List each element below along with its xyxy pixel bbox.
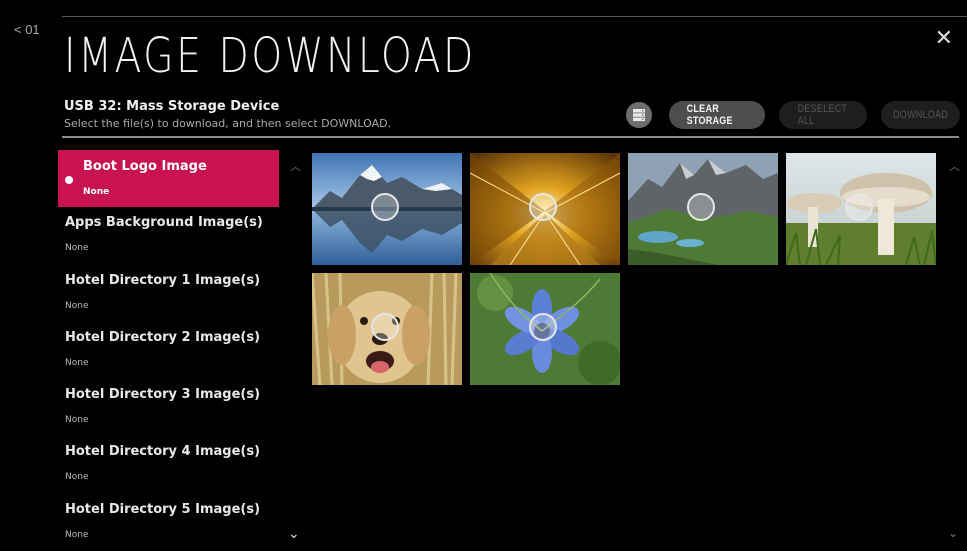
selected-dot-icon <box>65 176 73 184</box>
sidebar-item-value: None <box>65 415 89 426</box>
sidebar-item-label: Hotel Directory 4 Image(s) <box>65 444 261 460</box>
thumbnail-mountain-lake[interactable] <box>312 153 462 265</box>
sidebar-item-hotel-directory-4[interactable]: Hotel Directory 4 Image(s) None <box>58 436 279 493</box>
select-circle-icon[interactable] <box>371 313 399 341</box>
page-title: IMAGE DOWNLOAD <box>64 28 476 84</box>
sidebar-item-hotel-directory-1[interactable]: Hotel Directory 1 Image(s) None <box>58 265 279 322</box>
grid-scroll-down-icon[interactable]: ⌄ <box>948 526 958 540</box>
thumbnail-mushrooms[interactable] <box>786 153 936 265</box>
sidebar-item-hotel-directory-2[interactable]: Hotel Directory 2 Image(s) None <box>58 322 279 379</box>
sidebar-item-value: None <box>83 187 110 197</box>
sidebar-item-label: Boot Logo Image <box>83 159 207 174</box>
thumbnail-golden-tunnel[interactable] <box>470 153 620 265</box>
header-divider <box>62 136 959 138</box>
thumbnail-alpine-valley[interactable] <box>628 153 778 265</box>
close-icon[interactable]: ✕ <box>935 28 953 50</box>
storage-icon <box>633 109 645 122</box>
back-button[interactable]: < 01 <box>14 22 40 37</box>
clear-storage-button[interactable]: CLEAR STORAGE <box>669 101 765 129</box>
select-circle-icon[interactable] <box>687 193 715 221</box>
download-button[interactable]: DOWNLOAD <box>881 101 960 129</box>
sidebar-item-boot-logo[interactable]: Boot Logo Image None <box>58 150 279 208</box>
toolbar: CLEAR STORAGE DESELECT ALL DOWNLOAD <box>626 101 960 129</box>
sidebar-item-apps-background[interactable]: Apps Background Image(s) None <box>58 207 279 264</box>
sidebar-item-label: Hotel Directory 3 Image(s) <box>65 387 261 403</box>
sidebar-item-value: None <box>65 300 89 311</box>
list-scroll-up-icon[interactable]: ︿ <box>290 158 301 174</box>
storage-button[interactable] <box>626 102 652 128</box>
grid-scroll-up-icon[interactable]: ︿ <box>949 158 960 174</box>
sidebar-item-value: None <box>65 529 89 540</box>
download-label: DOWNLOAD <box>892 109 949 121</box>
thumbnail-golden-retriever[interactable] <box>312 273 462 385</box>
select-circle-icon[interactable] <box>529 193 557 221</box>
device-name: USB 32: Mass Storage Device <box>64 99 280 114</box>
deselect-all-label: DESELECT ALL <box>797 103 848 127</box>
select-circle-icon[interactable] <box>529 313 557 341</box>
category-list: Boot Logo Image None Apps Background Ima… <box>58 150 279 551</box>
sidebar-item-label: Hotel Directory 5 Image(s) <box>65 501 261 517</box>
sidebar-item-label: Hotel Directory 2 Image(s) <box>65 329 261 345</box>
sidebar-item-hotel-directory-3[interactable]: Hotel Directory 3 Image(s) None <box>58 379 279 436</box>
sidebar-item-value: None <box>65 357 89 368</box>
list-scroll-down-icon[interactable]: ⌄ <box>288 526 300 542</box>
sidebar-item-hotel-directory-5[interactable]: Hotel Directory 5 Image(s) None <box>58 494 279 551</box>
sidebar-item-value: None <box>65 243 89 254</box>
sidebar-item-label: Apps Background Image(s) <box>65 215 263 231</box>
top-divider <box>62 16 967 17</box>
instruction-text: Select the file(s) to download, and then… <box>64 117 392 130</box>
thumbnail-blue-flower[interactable] <box>470 273 620 385</box>
select-circle-icon[interactable] <box>371 193 399 221</box>
sidebar-item-value: None <box>65 472 89 483</box>
sidebar-item-label: Hotel Directory 1 Image(s) <box>65 272 261 288</box>
clear-storage-label: CLEAR STORAGE <box>686 103 733 127</box>
deselect-all-button[interactable]: DESELECT ALL <box>779 101 867 129</box>
select-circle-icon[interactable] <box>845 193 873 221</box>
